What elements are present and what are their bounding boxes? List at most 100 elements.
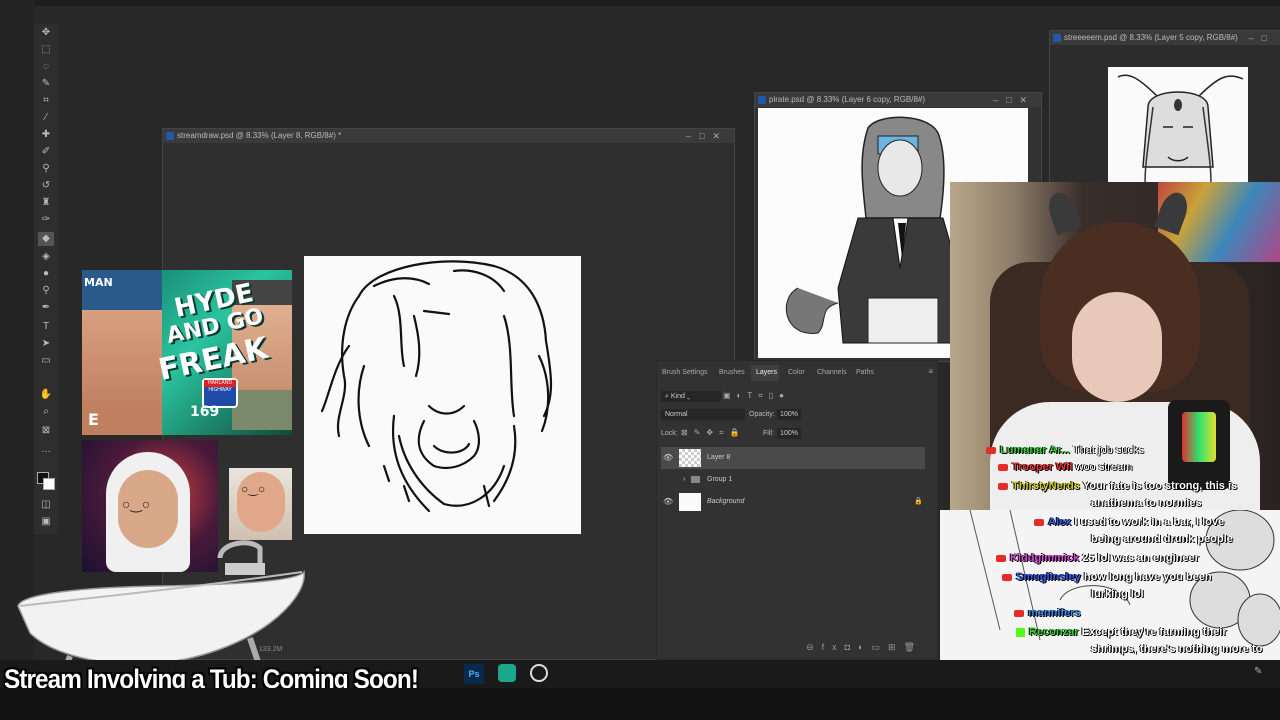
- layer-name: Background: [707, 498, 745, 505]
- cap-text: MAN: [84, 276, 113, 289]
- move-tool-icon[interactable]: ✥: [38, 26, 54, 40]
- fill-label: Fill:: [763, 430, 774, 437]
- window-controls[interactable]: –□✕: [993, 93, 1035, 107]
- glasses-icon: ○‿○: [122, 496, 151, 512]
- blend-mode-select[interactable]: Normal: [661, 409, 745, 420]
- eraser-tool-icon[interactable]: ◆: [38, 232, 54, 246]
- filter-icons[interactable]: ▣◐T⌗▯●: [723, 391, 790, 401]
- chat-message-continued: lurking lol: [1091, 588, 1144, 600]
- eye-icon[interactable]: 👁: [663, 447, 673, 469]
- window-controls[interactable]: –□: [1249, 31, 1275, 45]
- small-host-face: [237, 472, 285, 532]
- layers-panel[interactable]: Brush Settings Brushes Layers Color Chan…: [656, 360, 938, 660]
- paint-bucket-icon[interactable]: ◈: [38, 250, 54, 264]
- fill-input[interactable]: 100%: [777, 428, 801, 439]
- tab-brushes[interactable]: Brushes: [719, 369, 745, 376]
- panel-menu-icon[interactable]: ≡: [928, 367, 933, 376]
- youtube-icon: [986, 446, 996, 454]
- chat-text: anathema to normies: [1091, 497, 1202, 509]
- tab-paths[interactable]: Paths: [856, 369, 874, 376]
- badge-line-1: HARLAND: [204, 380, 236, 387]
- chat-text: shrimps, there's nothing more to: [1091, 643, 1263, 655]
- hand-tool-icon[interactable]: ✋: [38, 388, 54, 402]
- obs-taskbar-icon[interactable]: [530, 664, 548, 682]
- opacity-input[interactable]: 100%: [777, 409, 801, 420]
- path-select-icon[interactable]: ➤: [38, 337, 54, 351]
- quick-select-icon[interactable]: ✎: [38, 77, 54, 91]
- chat-message-continued: shrimps, there's nothing more to: [1091, 643, 1262, 655]
- brush-tool-icon[interactable]: ✐: [38, 145, 54, 159]
- chat-text: Your fate is too strong, this is: [1082, 480, 1238, 492]
- ps-file-icon: [758, 96, 766, 104]
- mixer-brush-icon[interactable]: ✑: [38, 213, 54, 227]
- bug-man-drawing: [1117, 74, 1244, 191]
- lasso-tool-icon[interactable]: ◌: [38, 60, 54, 74]
- panel-footer-icons[interactable]: ⊖fx◘◐▭⊞🗑: [806, 642, 923, 653]
- more-tools-icon[interactable]: …: [38, 443, 54, 457]
- drawing-canvas[interactable]: [304, 256, 581, 534]
- eyedropper-icon[interactable]: ⁄: [38, 111, 54, 125]
- pen-tool-icon[interactable]: ✒: [38, 301, 54, 315]
- stamp-tool-icon[interactable]: ♜: [38, 196, 54, 210]
- layer-name: Layer 8: [707, 454, 731, 461]
- zoom-tool-icon[interactable]: ⌕: [38, 405, 54, 419]
- face-sketch-drawing: [320, 260, 553, 513]
- chat-text: Except they're farming their: [1081, 626, 1227, 638]
- chat-text: being around drunk people: [1091, 533, 1233, 545]
- tab-color[interactable]: Color: [788, 369, 805, 376]
- chat-username: Lumanar Ar...: [1000, 444, 1070, 456]
- chat-feed: Lumanar Ar... That job sucks Trooper Wil…: [976, 440, 1276, 680]
- healing-brush-icon[interactable]: ✚: [38, 128, 54, 142]
- chat-text: 25 lol was an engineer: [1082, 552, 1199, 564]
- tab-channels[interactable]: Channels: [817, 369, 847, 376]
- chat-text: I used to work in a bar, I love: [1074, 516, 1225, 528]
- chat-message: mannifers: [1014, 607, 1081, 619]
- blur-tool-icon[interactable]: ●: [38, 267, 54, 281]
- chat-message: Reconzar Except they're farming their: [1016, 626, 1227, 638]
- chevron-right-icon[interactable]: ›: [683, 469, 685, 491]
- background-color-swatch[interactable]: [43, 478, 55, 490]
- tray-icon[interactable]: ✎: [1254, 666, 1262, 677]
- episode-number: 169: [190, 404, 220, 420]
- fill-value: 100%: [780, 430, 798, 437]
- history-brush-icon[interactable]: ↺: [38, 179, 54, 193]
- screen-mode-icon[interactable]: ▣: [38, 515, 54, 529]
- eye-icon[interactable]: 👁: [663, 491, 673, 513]
- layer-row[interactable]: 👁 Layer 8: [661, 447, 925, 469]
- pirate-titlebar[interactable]: pirate.psd @ 8.33% (Layer 6 copy, RGB/8#…: [755, 93, 1041, 107]
- chat-username: Trooper Wil: [1012, 461, 1073, 473]
- clone-stamp-icon[interactable]: ⚲: [38, 162, 54, 176]
- youtube-icon: [1034, 518, 1044, 526]
- youtube-icon: [998, 482, 1008, 490]
- kick-icon: [1016, 627, 1025, 637]
- lock-icons[interactable]: ⊠✎✥⌗🔒: [681, 428, 746, 438]
- chat-message: Alex I used to work in a bar, I love: [1034, 516, 1224, 528]
- dodge-tool-icon[interactable]: ⚲: [38, 284, 54, 298]
- chat-message-continued: being around drunk people: [1091, 533, 1233, 545]
- layer-row[interactable]: 👁 Background 🔒: [661, 491, 925, 513]
- streeeeem-title: streeeeem.psd @ 8.33% (Layer 5 copy, RGB…: [1064, 33, 1238, 42]
- marquee-tool-icon[interactable]: ⬚: [38, 43, 54, 57]
- streeeeem-canvas: [1108, 67, 1248, 191]
- quick-mask-icon[interactable]: ◫: [38, 498, 54, 512]
- filter-kind-select[interactable]: ⌕ Kind ⌄: [661, 391, 721, 402]
- podcast-thumbnail: MAN HYDE AND GO FREAK HARLAND HIGHWAY 16…: [82, 270, 292, 435]
- tab-layers[interactable]: Layers: [756, 369, 777, 376]
- youtube-icon: [1014, 609, 1024, 617]
- type-tool-icon[interactable]: T: [38, 320, 54, 334]
- thumbnail-left-text: E: [88, 410, 99, 429]
- photoshop-taskbar-icon[interactable]: Ps: [464, 664, 484, 684]
- folder-icon: [691, 476, 700, 483]
- streeeeem-window[interactable]: streeeeem.psd @ 8.33% (Layer 5 copy, RGB…: [1049, 30, 1280, 192]
- shape-tool-icon[interactable]: ▭: [38, 354, 54, 368]
- chat-username: ThirstyNerds: [1012, 480, 1080, 492]
- window-controls[interactable]: –□✕: [686, 129, 728, 143]
- opacity-value: 100%: [780, 411, 798, 418]
- streeeeem-titlebar[interactable]: streeeeem.psd @ 8.33% (Layer 5 copy, RGB…: [1050, 31, 1280, 45]
- layer-row[interactable]: › Group 1: [661, 469, 925, 491]
- artboard-icon[interactable]: ⊠: [38, 424, 54, 438]
- streamdraw-titlebar[interactable]: streamdraw.psd @ 8.33% (Layer 8, RGB/8#)…: [163, 129, 734, 143]
- chat-app-taskbar-icon[interactable]: [498, 664, 516, 682]
- tab-brush-settings[interactable]: Brush Settings: [662, 369, 708, 376]
- crop-tool-icon[interactable]: ⌗: [38, 94, 54, 108]
